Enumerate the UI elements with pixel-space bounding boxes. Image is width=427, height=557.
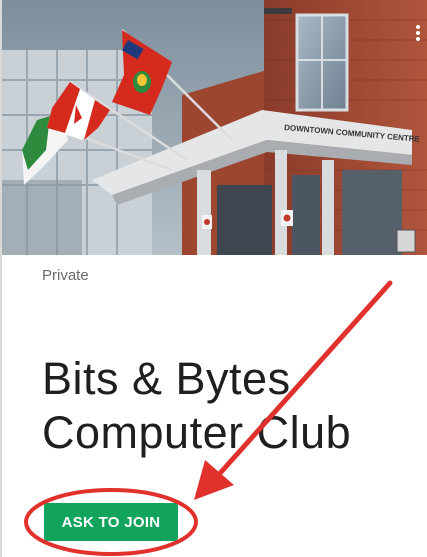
arrow-head [194,460,234,500]
group-card: DOWNTOWN COMMUNITY CENTRE Private Bits &… [0,0,427,557]
more-vert-icon[interactable] [411,24,425,46]
cover-photo: DOWNTOWN COMMUNITY CENTRE [2,0,427,255]
group-title: Bits & Bytes Computer Club [42,352,422,460]
group-title-line1: Bits & Bytes [42,353,291,404]
group-title-line2: Computer Club [42,407,352,458]
privacy-label: Private [42,267,89,284]
ask-to-join-button[interactable]: ASK TO JOIN [44,503,178,541]
